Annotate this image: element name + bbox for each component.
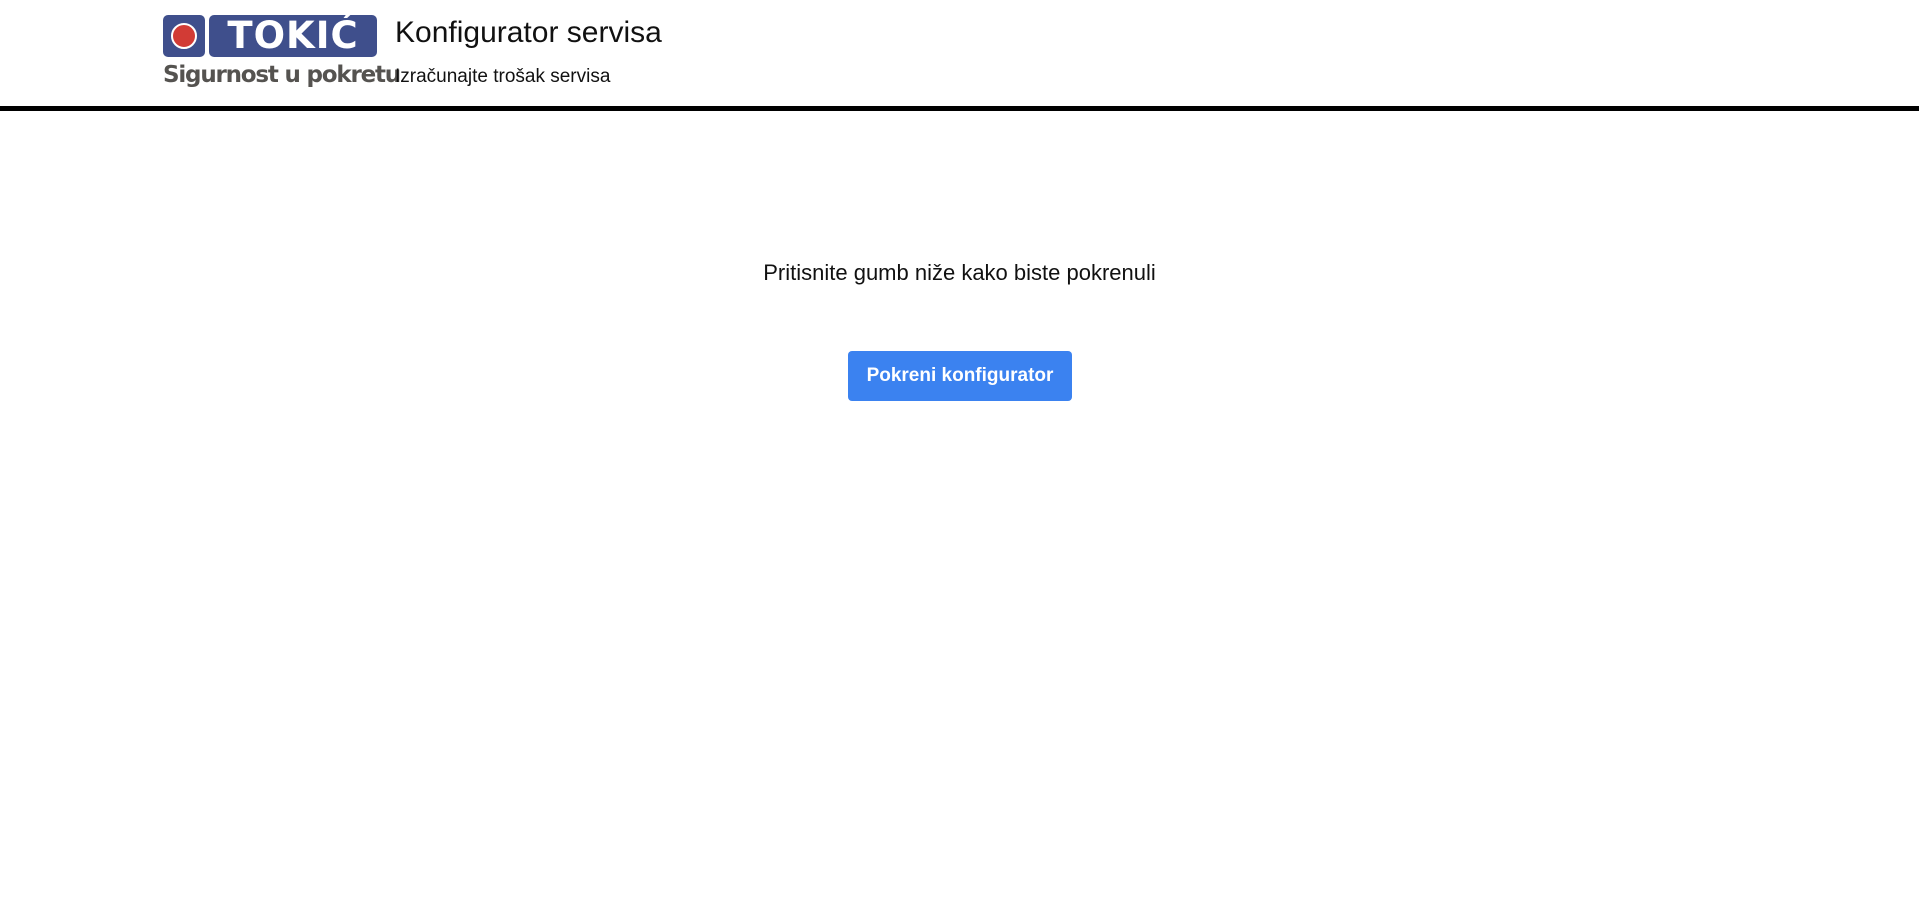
logo-tagline: Sigurnost u pokretu bbox=[163, 62, 401, 88]
main-content: Pritisnite gumb niže kako biste pokrenul… bbox=[0, 111, 1919, 912]
site-header: TOKIĆ Sigurnost u pokretu Konfigurator s… bbox=[0, 0, 1919, 111]
page-title: Konfigurator servisa bbox=[395, 16, 662, 49]
logo-badge: TOKIĆ bbox=[163, 15, 377, 57]
page-subtitle: Izračunajte trošak servisa bbox=[395, 66, 611, 87]
logo-dot-icon bbox=[171, 23, 197, 49]
logo-word-box: TOKIĆ bbox=[209, 15, 377, 57]
tokic-logo[interactable]: TOKIĆ Sigurnost u pokretu bbox=[163, 15, 401, 88]
logo-wordmark: TOKIĆ bbox=[227, 14, 359, 57]
logo-dot-box bbox=[163, 15, 205, 57]
start-configurator-button[interactable]: Pokreni konfigurator bbox=[848, 351, 1072, 401]
start-prompt-text: Pritisnite gumb niže kako biste pokrenul… bbox=[763, 260, 1156, 285]
